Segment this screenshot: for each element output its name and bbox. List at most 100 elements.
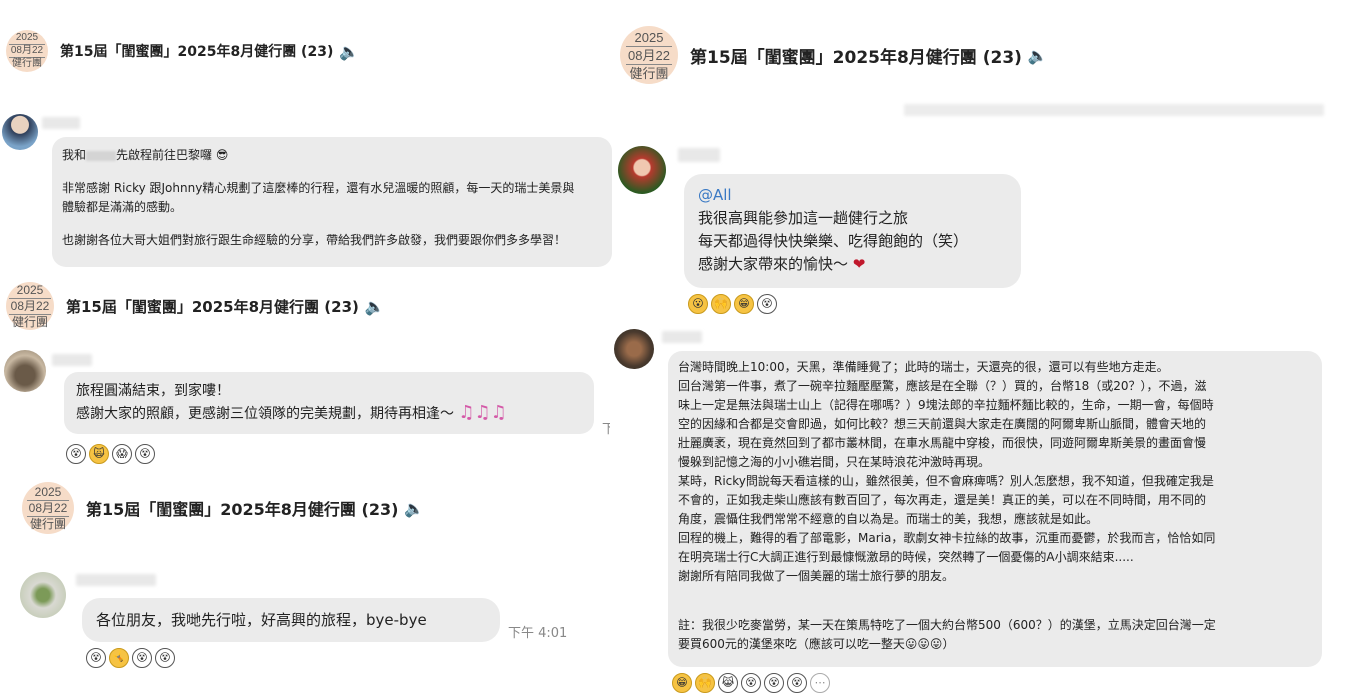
sender-name-redacted <box>42 117 80 129</box>
message-line: 回程的機上，難得的看了部電影，Maria，歌劇女神卡拉絲的故事，沉重而憂鬱，於我… <box>678 531 1216 545</box>
message-line: 味上一定是無法與瑞士山上（記得在哪嗎？）9塊法郎的辛拉麵杯麵比較的，生命，一期一… <box>678 398 1214 412</box>
reaction-icon[interactable]: 🤸 <box>109 648 129 668</box>
group-badge: 2025 08月22 健行團 <box>620 26 678 84</box>
group-badge: 2025 08月22 健行團 <box>22 482 74 534</box>
message-line: 某時，Ricky問說每天看這樣的山，雖然很美，但不會麻痺嗎？別人怎麼想，我不知道… <box>678 474 1214 488</box>
group-badge: 2025 08月22 健行團 <box>6 282 54 330</box>
chat-screenshot-4: 2025 08月22 健行團 第15屆「閨蜜團」2025年8月健行團 (23) … <box>614 0 1346 325</box>
reaction-icon[interactable]: 🙌 <box>711 294 731 314</box>
badge-year: 2025 <box>634 29 664 45</box>
message-bubble[interactable]: 旅程圓滿結束，到家嘍！ 感謝大家的照顧，更感謝三位領隊的完美規劃，期待再相逢～ … <box>64 372 594 434</box>
badge-year: 2025 <box>34 484 62 499</box>
avatar[interactable] <box>20 572 66 618</box>
message-line: 非常感謝 Ricky 跟Johnny精心規劃了這麼棒的行程，還有水兒溫暖的照顧，… <box>62 181 575 195</box>
message-line: 在明亮瑞士行C大調正進行到最慷慨激昂的時候，突然轉了一個憂傷的A小調來結束...… <box>678 550 1134 564</box>
chat-screenshot-2: 2025 08月22 健行團 第15屆「閨蜜團」2025年8月健行團 (23) … <box>0 272 612 472</box>
chat-screenshot-5: 台灣時間晚上10:00，天黑，準備睡覺了；此時的瑞士，天還亮的很，還可以有些地方… <box>610 327 1346 700</box>
speaker-icon[interactable]: 🔈 <box>1028 46 1048 65</box>
more-reactions-icon[interactable]: ⋯ <box>810 673 830 693</box>
message-time: 下午 4:01 <box>508 626 568 641</box>
badge-label: 健行團 <box>29 516 66 531</box>
message-line: 要買600元的漢堡來吃（應該可以吃一整天😛😛😛） <box>678 637 955 651</box>
message-line: 角度，震懾住我們常常不經意的自以為是。而瑞士的美，我想，應該就是如此。 <box>678 512 1099 526</box>
message-text: 各位朋友，我哋先行啦，好高興的旅程，bye-bye <box>96 611 427 629</box>
reaction-icon[interactable]: 😮 <box>688 294 708 314</box>
grinning-emoji-icon: 😛😛😛 <box>904 637 943 651</box>
avatar[interactable] <box>618 146 666 194</box>
sender-name-redacted <box>52 354 92 366</box>
chat-header: 2025 08月22 健行團 第15屆「閨蜜團」2025年8月健行團 (23) … <box>6 30 359 72</box>
message-bubble[interactable]: 各位朋友，我哋先行啦，好高興的旅程，bye-bye <box>82 598 500 642</box>
music-notes-icon: ♫♫♫ <box>458 402 507 423</box>
message-line: 感謝大家帶來的愉快～ ❤ <box>698 255 866 273</box>
sunglasses-emoji-icon: 😎 <box>215 148 229 162</box>
message-line: 慢躲到記憶之海的小小礁岩間，只在某時浪花沖激時再現。 <box>678 455 991 469</box>
message-line: 體驗都是滿滿的感動。 <box>62 200 183 214</box>
reaction-icon[interactable]: 😵 <box>66 444 86 464</box>
sender-name-redacted <box>678 148 720 162</box>
reaction-icon[interactable]: 😵 <box>132 648 152 668</box>
badge-label: 健行團 <box>12 58 42 69</box>
message-bubble[interactable]: 台灣時間晚上10:00，天黑，準備睡覺了；此時的瑞士，天還亮的很，還可以有些地方… <box>668 351 1322 667</box>
reaction-icon[interactable]: 🙌 <box>695 673 715 693</box>
chat-screenshot-1: 2025 08月22 健行團 第15屆「閨蜜團」2025年8月健行團 (23) … <box>0 0 612 270</box>
badge-date: 08月22 <box>8 44 46 58</box>
group-title: 第15屆「閨蜜團」2025年8月健行團 (23) <box>86 500 399 519</box>
reactions[interactable]: 😵 🙀 😱 😵 <box>66 444 155 464</box>
message-bubble[interactable]: @All 我很高興能參加這一趟健行之旅 每天都過得快快樂樂、吃得飽飽的（笑） 感… <box>684 174 1021 288</box>
avatar[interactable] <box>614 329 654 369</box>
group-badge: 2025 08月22 健行團 <box>6 30 48 72</box>
reaction-icon[interactable]: 😁 <box>734 294 754 314</box>
group-title: 第15屆「閨蜜團」2025年8月健行團 (23) <box>690 47 1022 68</box>
reaction-icon[interactable]: 😁 <box>672 673 692 693</box>
speaker-icon[interactable]: 🔈 <box>404 499 424 518</box>
avatar[interactable] <box>2 114 38 150</box>
reaction-icon[interactable]: 😵 <box>155 648 175 668</box>
message-line: 壯麗廣袤，現在竟然回到了都市叢林間，在車水馬龍中穿梭，而很快，同遊阿爾卑斯美景的… <box>678 436 1207 450</box>
badge-year: 2025 <box>15 32 39 43</box>
speaker-icon[interactable]: 🔈 <box>339 42 359 61</box>
badge-label: 健行團 <box>629 65 669 81</box>
reactions[interactable]: 😮 🙌 😁 😵 <box>688 294 777 314</box>
chat-header: 2025 08月22 健行團 第15屆「閨蜜團」2025年8月健行團 (23) … <box>22 482 424 534</box>
message-line: 回台灣第一件事，煮了一碗辛拉麵壓壓驚，應該是在全聯（？）買的，台幣18（或20？… <box>678 379 1207 393</box>
avatar[interactable] <box>4 350 46 392</box>
reaction-icon[interactable]: 🙀 <box>89 444 109 464</box>
redacted-banner <box>904 104 1324 116</box>
message-line: 感謝大家的照顧，更感謝三位領隊的完美規劃，期待再相逢～ ♫♫♫ <box>76 402 507 423</box>
sender-name-redacted <box>662 331 702 343</box>
chat-header: 2025 08月22 健行團 第15屆「閨蜜團」2025年8月健行團 (23) … <box>620 26 1048 84</box>
badge-year: 2025 <box>16 282 44 297</box>
message-line: 也謝謝各位大哥大姐們對旅行跟生命經驗的分享，帶給我們許多啟發，我們要跟你們多多學… <box>62 233 567 247</box>
reaction-icon[interactable]: 😵 <box>764 673 784 693</box>
badge-label: 健行團 <box>11 314 48 329</box>
message-line: 不會的，正如我走柴山應該有數百回了，每次再走，還是美！真正的美，可以在不同時間，… <box>678 493 1207 507</box>
chat-header: 2025 08月22 健行團 第15屆「閨蜜團」2025年8月健行團 (23) … <box>6 282 385 330</box>
group-title: 第15屆「閨蜜團」2025年8月健行團 (23) <box>60 44 334 60</box>
message-line: 我很高興能參加這一趟健行之旅 <box>698 209 909 227</box>
message-line: 我和 先啟程前往巴黎囉 😎 <box>62 148 229 162</box>
badge-date: 08月22 <box>626 45 672 65</box>
message-bubble[interactable]: 我和 先啟程前往巴黎囉 😎 非常感謝 Ricky 跟Johnny精心規劃了這麼棒的… <box>52 137 612 267</box>
message-line: 空的因緣和合都是交會即過，如何比較？想三天前還與大家走在廣闊的阿爾卑斯山脈間，體… <box>678 417 1207 431</box>
reaction-icon[interactable]: 😱 <box>112 444 132 464</box>
reaction-icon[interactable]: 😵 <box>787 673 807 693</box>
message-line: 旅程圓滿結束，到家嘍！ <box>76 383 230 399</box>
reaction-icon[interactable]: 😹 <box>718 673 738 693</box>
message-line: 每天都過得快快樂樂、吃得飽飽的（笑） <box>698 232 969 250</box>
reactions[interactable]: 😵 🤸 😵 😵 <box>86 648 175 668</box>
message-line: 註：我很少吃麥當勞，某一天在策馬特吃了一個大約台幣500（600？）的漢堡，立馬… <box>678 618 1216 632</box>
speaker-icon[interactable]: 🔈 <box>365 297 385 316</box>
reaction-icon[interactable]: 😵 <box>135 444 155 464</box>
mention-all[interactable]: @All <box>698 184 1007 207</box>
group-title: 第15屆「閨蜜團」2025年8月健行團 (23) <box>66 297 359 316</box>
heart-icon: ❤ <box>852 255 866 273</box>
badge-date: 08月22 <box>26 499 70 517</box>
chat-screenshot-3: 2025 08月22 健行團 第15屆「閨蜜團」2025年8月健行團 (23) … <box>10 474 612 700</box>
badge-date: 08月22 <box>8 297 52 315</box>
reaction-icon[interactable]: 😵 <box>741 673 761 693</box>
message-line: 謝謝所有陪同我做了一個美麗的瑞士旅行夢的朋友。 <box>678 569 955 583</box>
reaction-icon[interactable]: 😵 <box>757 294 777 314</box>
reactions[interactable]: 😁 🙌 😹 😵 😵 😵 ⋯ <box>672 673 830 693</box>
reaction-icon[interactable]: 😵 <box>86 648 106 668</box>
